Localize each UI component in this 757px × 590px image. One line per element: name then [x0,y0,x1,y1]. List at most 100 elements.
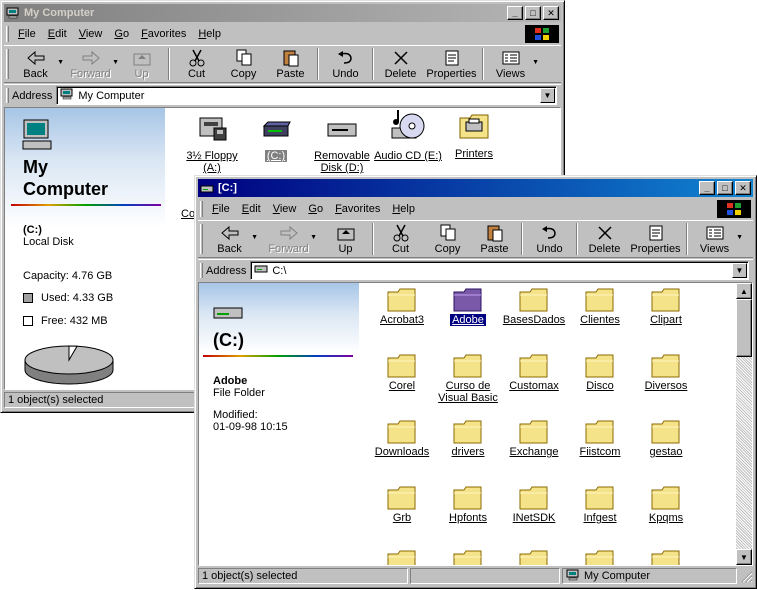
up-button[interactable]: Up [322,221,369,257]
minimize-button[interactable]: _ [699,181,715,195]
close-button[interactable]: ✕ [735,181,751,195]
folder-item[interactable] [565,549,635,565]
scroll-up-button[interactable]: ▲ [736,283,752,299]
vertical-scrollbar[interactable]: ▲ ▼ [736,283,752,565]
folder-item[interactable]: Diversos [631,353,701,392]
views-button[interactable]: Views ▼ [487,46,539,82]
menu-view[interactable]: View [267,203,303,215]
folder-label: Customax [509,380,559,392]
address-bar: Address My Computer ▼ [4,84,561,106]
folder-item[interactable]: Fiistcom [565,419,635,458]
scroll-thumb[interactable] [736,299,752,357]
computer-icon [60,88,74,103]
copy-button[interactable]: Copy [220,46,267,82]
status-bar: 1 object(s) selected My Computer [198,567,753,585]
properties-button[interactable]: Properties [424,46,479,82]
menu-view[interactable]: View [73,28,109,40]
folder-icon [651,287,681,312]
folder-item[interactable] [499,549,569,565]
menu-file[interactable]: File [206,203,236,215]
folder-label: Clientes [580,314,620,326]
close-button[interactable]: ✕ [543,6,559,20]
back-button[interactable]: Back ▼ [206,221,258,257]
folder-item[interactable]: Acrobat3 [367,287,437,326]
copy-button[interactable]: Copy [424,221,471,257]
back-button[interactable]: Back ▼ [12,46,64,82]
folder-item[interactable]: Exchange [499,419,569,458]
menu-favorites[interactable]: Favorites [135,28,192,40]
webview-panel: My Computer (C:) Local Disk Capacity: 4.… [5,108,165,389]
folder-item[interactable]: Infgest [565,485,635,524]
resize-grip-icon[interactable] [739,569,753,583]
local-disk-c-item[interactable]: (C:) [241,114,311,162]
address-label: Address [12,89,53,102]
properties-button[interactable]: Properties [628,221,683,257]
folder-item[interactable]: Downloads [367,419,437,458]
my-computer-titlebar[interactable]: My Computer _ □ ✕ [4,4,561,22]
folder-item[interactable]: Curso de Visual Basic [433,353,503,404]
cut-button[interactable]: Cut [173,46,220,82]
folder-item[interactable]: Disco [565,353,635,392]
folder-item[interactable]: Grb [367,485,437,524]
folder-icon [585,419,615,444]
folder-item[interactable]: INetSDK [499,485,569,524]
menu-go[interactable]: Go [302,203,329,215]
folder-item[interactable] [631,549,701,565]
menu-favorites[interactable]: Favorites [329,203,386,215]
undo-button[interactable]: Undo [526,221,573,257]
address-bar: Address C:\ ▼ [198,259,753,281]
menu-help[interactable]: Help [192,28,227,40]
delete-button[interactable]: Delete [581,221,628,257]
modified-value: 01-09-98 10:15 [213,421,288,433]
printers-item[interactable]: Printers [439,110,509,160]
delete-button[interactable]: Delete [377,46,424,82]
folder-label: Infgest [583,512,617,524]
folder-item[interactable]: Adobe [433,287,503,326]
folder-item[interactable]: Customax [499,353,569,392]
folder-item[interactable]: Clipart [631,287,701,326]
folder-item[interactable] [367,549,437,565]
menu-go[interactable]: Go [108,28,135,40]
paste-button[interactable]: Paste [471,221,518,257]
properties-icon [441,49,463,67]
maximize-button[interactable]: □ [717,181,733,195]
folder-item[interactable]: drivers [433,419,503,458]
drive-c-titlebar[interactable]: [C:] _ □ ✕ [198,179,753,197]
folder-item[interactable]: BasesDados [499,287,569,326]
drive-c-window[interactable]: [C:] _ □ ✕ File Edit View Go Favorites H… [194,175,757,589]
folder-item[interactable] [433,549,503,565]
folder-item[interactable]: gestao [631,419,701,458]
scroll-down-button[interactable]: ▼ [736,549,752,565]
cut-button[interactable]: Cut [377,221,424,257]
clipboard-icon [484,224,506,242]
floppy-drive-item[interactable]: 3½ Floppy (A:) [177,114,247,174]
folder-icon [387,353,417,378]
minimize-button[interactable]: _ [507,6,523,20]
forward-button[interactable]: Forward ▼ [67,46,119,82]
removable-disk-d-item[interactable]: Removable Disk (D:) [307,114,377,174]
menu-edit[interactable]: Edit [42,28,73,40]
menu-help[interactable]: Help [386,203,421,215]
address-dropdown-button[interactable]: ▼ [732,263,747,278]
paste-button[interactable]: Paste [267,46,314,82]
folder-item[interactable]: Hpfonts [433,485,503,524]
drive-type: Local Disk [23,236,74,248]
address-dropdown-button[interactable]: ▼ [540,88,555,103]
address-input[interactable]: C:\ ▼ [250,261,749,280]
folder-label: Exchange [509,446,559,458]
views-button[interactable]: Views ▼ [691,221,743,257]
folder-item[interactable]: Corel [367,353,437,392]
audio-cd-e-item[interactable]: Audio CD (E:) [373,108,443,162]
folder-item[interactable]: Kpqms [631,485,701,524]
menu-edit[interactable]: Edit [236,203,267,215]
menu-file[interactable]: File [12,28,42,40]
address-input[interactable]: My Computer ▼ [56,86,557,105]
folder-item[interactable]: Clientes [565,287,635,326]
up-button[interactable]: Up [118,46,165,82]
status-text: 1 object(s) selected [198,568,408,584]
folder-label: Curso de Visual Basic [438,380,498,404]
maximize-button[interactable]: □ [525,6,541,20]
forward-button[interactable]: Forward ▼ [265,221,317,257]
undo-button[interactable]: Undo [322,46,369,82]
modified-label: Modified: [213,409,258,421]
